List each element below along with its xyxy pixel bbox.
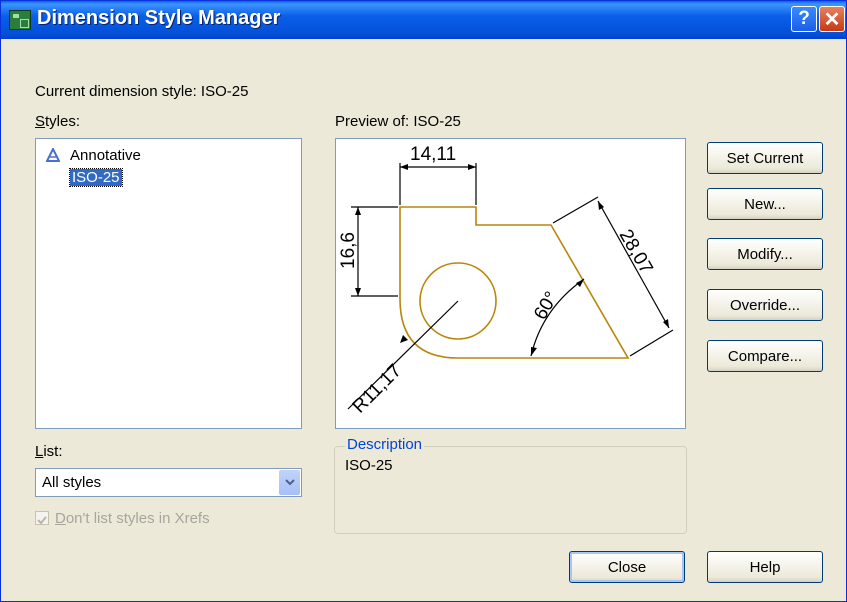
style-annotative: Annotative [70, 146, 141, 164]
help-button[interactable]: Help [707, 551, 823, 583]
app-icon [9, 10, 31, 30]
preview-label: Preview of: ISO-25 [335, 113, 461, 130]
close-button[interactable]: Close [569, 551, 685, 583]
override-button[interactable]: Override... [707, 289, 823, 321]
modify-button[interactable]: Modify... [707, 238, 823, 270]
dim-left-text: 16,6 [338, 232, 359, 269]
dimension-preview-drawing: 14,11 16,6 28,07 60° R11,17 [338, 144, 674, 418]
new-button[interactable]: New... [707, 188, 823, 220]
help-icon[interactable]: ? [791, 6, 817, 32]
description-group: Description ISO-25 [334, 436, 687, 534]
chevron-down-icon[interactable] [279, 470, 300, 495]
styles-label: Styles: [35, 113, 81, 130]
style-iso-25-selected: ISO-25 [69, 167, 123, 187]
preview-canvas: 14,11 16,6 28,07 60° R11,17 [335, 138, 686, 429]
list-filter-value: All styles [42, 474, 102, 491]
xrefs-checkbox[interactable] [35, 511, 49, 525]
dim-angle-text: 60° [530, 288, 563, 323]
compare-button[interactable]: Compare... [707, 340, 823, 372]
dimension-style-manager-dialog: Dimension Style Manager ? ✕ Current dime… [0, 0, 847, 602]
list-label: List: [35, 443, 63, 460]
dim-radius-text: R11,17 [349, 360, 406, 417]
styles-listbox[interactable]: Annotative ISO-25 [35, 138, 302, 429]
check-icon [37, 516, 47, 525]
current-style-label: Current dimension style: ISO-25 [35, 83, 249, 100]
window-title: Dimension Style Manager [37, 7, 281, 29]
description-legend: Description [345, 436, 425, 453]
set-current-button[interactable]: Set Current [707, 142, 823, 174]
title-bar[interactable]: Dimension Style Manager ? ✕ [1, 1, 846, 39]
close-icon[interactable]: ✕ [819, 6, 845, 32]
list-item[interactable]: ISO-25 [46, 167, 123, 187]
description-text: ISO-25 [345, 457, 393, 474]
part-outline [399, 206, 630, 359]
list-item[interactable]: Annotative [46, 145, 141, 165]
xrefs-label: Don't list styles in Xrefs [55, 510, 210, 527]
list-filter-select[interactable]: All styles [35, 468, 302, 497]
dim-top-text: 14,11 [410, 144, 456, 165]
dim-top-lines [399, 163, 477, 205]
dim-right-text: 28,07 [615, 226, 657, 278]
annotative-icon [46, 148, 60, 162]
